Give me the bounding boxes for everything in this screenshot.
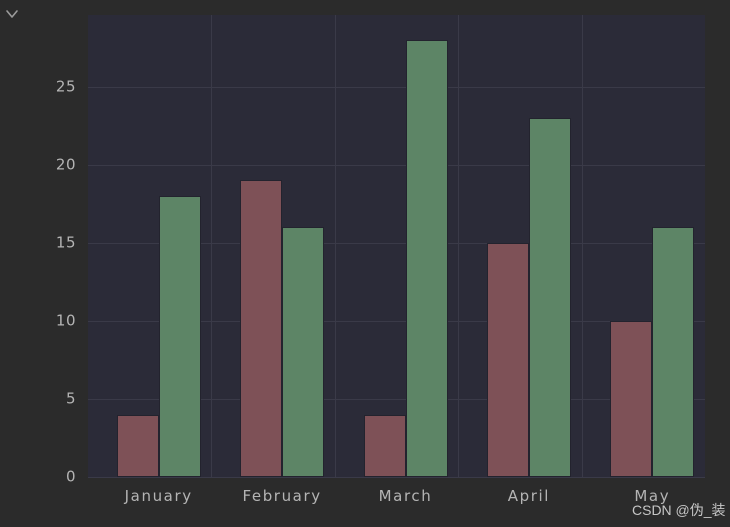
bar (240, 180, 283, 477)
y-axis-tick-label: 5 (65, 389, 76, 408)
bar (528, 118, 571, 477)
bar (486, 242, 529, 477)
y-axis-tick-label: 15 (55, 233, 76, 252)
x-axis-tick-label: February (242, 487, 322, 505)
bar (610, 320, 653, 477)
bar (405, 39, 448, 477)
y-axis-tick-labels: 0 5 10 15 20 25 (0, 15, 76, 484)
bars-layer (88, 15, 705, 477)
x-axis-tick-label: April (507, 487, 551, 505)
x-axis-tick-label: January (124, 487, 193, 505)
bar (363, 414, 406, 477)
bar-chart-figure: 0 5 10 15 20 25 January February March April May (0, 0, 730, 527)
bar (158, 196, 201, 477)
y-axis-tick-label: 0 (65, 467, 76, 486)
y-axis-tick-label: 25 (55, 77, 76, 96)
gridline-horizontal (88, 477, 705, 478)
x-axis-tick-labels: January February March April May (88, 487, 705, 511)
bar (652, 227, 695, 477)
watermark: CSDN @伪_装 (632, 502, 726, 518)
y-axis-tick-label: 10 (55, 311, 76, 330)
bar (282, 227, 325, 477)
y-axis-tick-label: 20 (55, 155, 76, 174)
x-axis-tick-label: March (378, 487, 433, 505)
chart-window: 0 5 10 15 20 25 January February March April May … (0, 0, 730, 527)
bar (116, 414, 159, 477)
